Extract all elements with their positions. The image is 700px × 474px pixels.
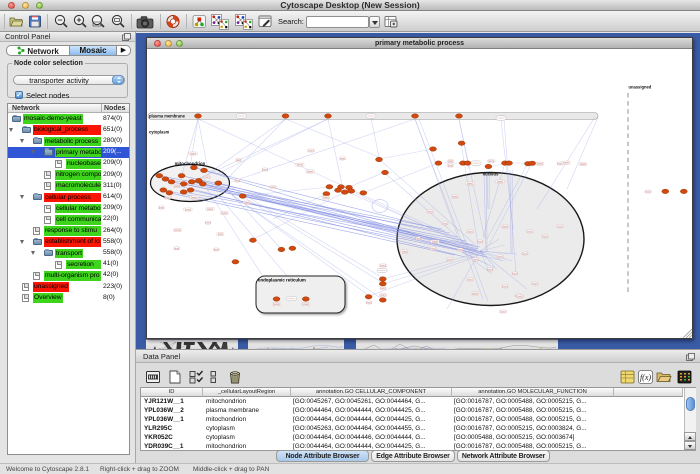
svg-text:[xxxx]: [xxxx] — [502, 227, 508, 229]
svg-text:[xxx]: [xxx] — [488, 270, 493, 272]
svg-text:[xxx]: [xxx] — [448, 166, 453, 168]
svg-text:[xxx]: [xxx] — [206, 223, 211, 225]
svg-text:[xxxx]: [xxxx] — [402, 252, 408, 254]
svg-text:unassigned: unassigned — [629, 85, 652, 90]
svg-text:[xxxx]: [xxxx] — [297, 165, 303, 167]
svg-text:[xxx]: [xxx] — [513, 274, 518, 276]
svg-text:[xxx]: [xxx] — [431, 249, 436, 251]
svg-text:[xxx]: [xxx] — [263, 170, 268, 172]
svg-text:[xxxx]: [xxxx] — [207, 209, 213, 211]
svg-text:[xxx]: [xxx] — [528, 232, 533, 234]
svg-text:[xxx]: [xxx] — [236, 160, 241, 162]
svg-text:[xxxx]: [xxxx] — [452, 197, 458, 199]
svg-text:[xxxx]: [xxxx] — [488, 161, 494, 163]
svg-text:f(x): f(x) — [640, 373, 651, 382]
svg-text:[xxx]: [xxx] — [473, 260, 478, 262]
svg-text:[xxxx]: [xxxx] — [190, 154, 196, 156]
svg-text:plasma membrane: plasma membrane — [149, 113, 186, 118]
svg-text:[xxx]: [xxx] — [367, 303, 372, 305]
svg-text:[xxx]: [xxx] — [159, 208, 164, 210]
svg-text:[xxx]: [xxx] — [381, 288, 386, 290]
svg-text:[xxx]: [xxx] — [271, 187, 276, 189]
svg-text:[xxx]: [xxx] — [309, 151, 314, 153]
svg-text:[xxxx]: [xxxx] — [380, 266, 386, 268]
svg-text:[xxx]: [xxx] — [498, 257, 503, 259]
svg-text:[xxx]: [xxx] — [174, 248, 179, 250]
svg-text:[xxxx]: [xxxx] — [191, 198, 197, 200]
svg-text:[xxx]: [xxx] — [235, 181, 240, 183]
svg-text:[xxx]: [xxx] — [448, 260, 453, 262]
svg-text:[xxx]: [xxx] — [166, 198, 171, 200]
svg-text:[xxxx]: [xxxx] — [307, 172, 313, 174]
svg-text:[xxx]: [xxx] — [428, 212, 433, 214]
svg-text:[xxxx]: [xxxx] — [497, 182, 503, 184]
svg-text:[xxxx]: [xxxx] — [273, 303, 280, 306]
svg-text:[xxx]: [xxx] — [381, 295, 386, 297]
svg-text:[xxx]: [xxx] — [543, 237, 548, 239]
svg-text:[xxx]: [xxx] — [501, 312, 506, 314]
svg-text:[xxxx]: [xxxx] — [563, 163, 569, 165]
svg-text:[xxxx]: [xxxx] — [537, 164, 543, 166]
svg-text:[xxx]: [xxx] — [478, 242, 483, 244]
svg-text:[xxx]: [xxx] — [214, 250, 219, 252]
svg-text:[xxx]: [xxx] — [518, 297, 523, 299]
svg-text:[xxxx]: [xxxx] — [467, 184, 473, 186]
svg-text:mitochondrion: mitochondrion — [175, 161, 206, 166]
svg-text:[xxx]: [xxx] — [468, 280, 473, 282]
svg-text:[xxx]: [xxx] — [205, 177, 210, 179]
svg-text:[xxx]: [xxx] — [443, 224, 448, 226]
svg-text:[xxx]: [xxx] — [468, 232, 473, 234]
svg-text:endoplasmic reticulum: endoplasmic reticulum — [258, 278, 306, 283]
svg-text:[xxxx]: [xxxx] — [174, 186, 180, 188]
svg-text:[xxxx]: [xxxx] — [303, 303, 310, 306]
svg-text:[xxx]: [xxx] — [340, 159, 345, 161]
svg-text:[xxx]: [xxx] — [458, 250, 463, 252]
svg-text:nucleus: nucleus — [483, 172, 499, 177]
svg-text:[xxxx]: [xxxx] — [175, 230, 181, 232]
svg-text:[xxx]: [xxx] — [523, 254, 528, 256]
svg-text:[xxx]: [xxx] — [646, 192, 651, 194]
svg-text:[xxxx]: [xxxx] — [244, 203, 250, 205]
svg-text:[xxxx]: [xxxx] — [221, 213, 227, 215]
svg-text:[xxxx]: [xxxx] — [580, 164, 586, 166]
svg-text:[xxxx]: [xxxx] — [185, 210, 191, 212]
svg-text:[xxx]: [xxx] — [416, 239, 421, 241]
svg-text:[xxx]: [xxx] — [503, 287, 508, 289]
svg-text:cytoplasm: cytoplasm — [149, 130, 170, 135]
svg-text:[xxx]: [xxx] — [448, 161, 453, 163]
svg-text:[xxx]: [xxx] — [218, 234, 223, 236]
svg-text:[xxxx]: [xxxx] — [472, 294, 478, 296]
svg-text:[xxxx]: [xxxx] — [432, 242, 438, 244]
svg-text:[xxxx]: [xxxx] — [323, 198, 329, 200]
svg-text:[xxx]: [xxx] — [533, 284, 538, 286]
svg-text:[xxx]: [xxx] — [558, 227, 563, 229]
